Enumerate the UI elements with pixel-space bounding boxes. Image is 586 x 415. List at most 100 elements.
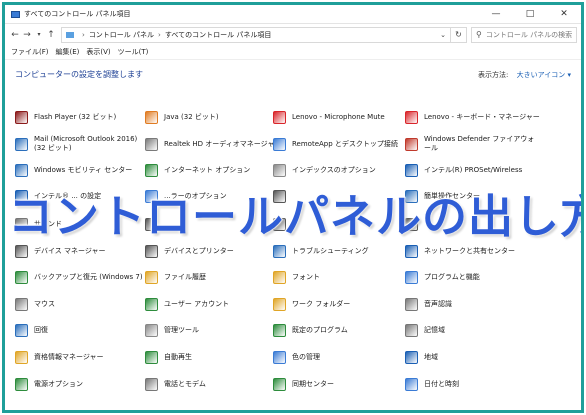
item-label: バックアップと復元 (Windows 7) [34, 272, 143, 281]
menu-tools[interactable]: ツール(T) [118, 47, 149, 57]
control-panel-item[interactable]: Flash Player (32 ビット) [15, 105, 150, 129]
network-icon [405, 244, 418, 258]
control-panel-item[interactable]: RemoteApp とデスクトップ接続 [273, 132, 408, 156]
control-panel-item[interactable]: 管理ツール [145, 318, 280, 342]
view-by-dropdown[interactable]: 大きいアイコン ▾ [517, 71, 571, 79]
control-panel-icon [11, 10, 20, 18]
item-label: 電源オプション [34, 379, 83, 388]
item-label: プログラムと機能 [424, 272, 480, 281]
item-label: 管理ツール [164, 325, 199, 334]
forward-arrow-icon[interactable]: → [21, 30, 33, 40]
item-label: 色の管理 [292, 352, 320, 361]
programs-icon [405, 270, 418, 284]
lenovo-keyboard-icon [405, 110, 418, 124]
control-panel-item[interactable]: ユーザー アカウント [145, 292, 280, 316]
control-panel-item[interactable]: マウス [15, 292, 150, 316]
item-label: Windows Defender ファイアウォール [424, 135, 535, 152]
control-panel-item[interactable]: 電話とモデム [145, 372, 280, 396]
firewall-icon [405, 137, 418, 151]
autoplay-icon [145, 350, 158, 364]
date-time-icon [405, 377, 418, 391]
title-bar: すべてのコントロール パネル項目 — □ ✕ [5, 5, 581, 23]
menu-edit[interactable]: 編集(E) [56, 47, 80, 57]
close-button[interactable]: ✕ [547, 5, 581, 23]
remoteapp-icon [273, 137, 286, 151]
item-label: インデックスのオプション [292, 165, 376, 174]
item-label: 電話とモデム [164, 379, 206, 388]
item-label: マウス [34, 299, 55, 308]
printer-icon [145, 244, 158, 258]
indexing-icon [273, 163, 286, 177]
control-panel-item[interactable]: 既定のプログラム [273, 318, 408, 342]
item-label: トラブルシューティング [292, 246, 369, 255]
item-label: RemoteApp とデスクトップ接続 [292, 139, 398, 148]
control-panel-item[interactable]: Windows Defender ファイアウォール [405, 132, 540, 156]
recent-locations-icon[interactable]: ▾ [33, 31, 45, 38]
item-label: 地域 [424, 352, 438, 361]
window-title: すべてのコントロール パネル項目 [24, 10, 131, 18]
search-icon: ⚲ [476, 30, 482, 39]
control-panel-item[interactable]: Realtek HD オーディオマネージャ [145, 132, 280, 156]
sync-icon [273, 377, 286, 391]
work-folders-icon [273, 297, 286, 311]
control-panel-item[interactable]: 音声認識 [405, 292, 540, 316]
breadcrumb-all-items[interactable]: すべてのコントロール パネル項目 [165, 30, 271, 40]
view-by: 表示方法: 大きいアイコン ▾ [478, 70, 571, 80]
breadcrumb-control-panel[interactable]: コントロール パネル [89, 30, 154, 40]
control-panel-item[interactable]: Java (32 ビット) [145, 105, 280, 129]
view-by-label: 表示方法: [478, 70, 509, 79]
search-input[interactable]: ⚲ コントロール パネルの検索 [471, 26, 577, 43]
control-panel-item[interactable]: 自動再生 [145, 345, 280, 369]
menu-bar: ファイル(F) 編集(E) 表示(V) ツール(T) [5, 45, 581, 59]
control-panel-item[interactable]: 色の管理 [273, 345, 408, 369]
mobility-icon [15, 163, 28, 177]
refresh-icon[interactable]: ↻ [451, 26, 467, 43]
minimize-button[interactable]: — [479, 5, 513, 23]
item-label: フォント [292, 272, 320, 281]
item-label: インテル(R) PROSet/Wireless [424, 165, 523, 174]
flash-player-icon [15, 110, 28, 124]
item-label: ユーザー アカウント [164, 299, 230, 308]
menu-view[interactable]: 表示(V) [86, 47, 110, 57]
back-arrow-icon[interactable]: ← [9, 30, 21, 40]
control-panel-item[interactable]: Lenovo - Microphone Mute [273, 105, 408, 129]
intel-wireless-icon [405, 163, 418, 177]
control-panel-item[interactable]: Lenovo - キーボード・マネージャー [405, 105, 540, 129]
overlay-caption: コントロールパネルの出し方 [7, 179, 581, 245]
control-panel-item[interactable]: 電源オプション [15, 372, 150, 396]
troubleshooting-icon [273, 244, 286, 258]
speech-icon [405, 297, 418, 311]
item-label: 回復 [34, 325, 48, 334]
address-field[interactable]: › コントロール パネル › すべてのコントロール パネル項目 ⌄ [61, 26, 451, 43]
item-label: Lenovo - Microphone Mute [292, 112, 385, 121]
control-panel-item[interactable]: ファイル履歴 [145, 265, 280, 289]
item-label: ワーク フォルダー [292, 299, 351, 308]
control-panel-item[interactable]: プログラムと機能 [405, 265, 540, 289]
address-bar-row: ← → ▾ ↑ › コントロール パネル › すべてのコントロール パネル項目 … [5, 23, 581, 45]
phone-modem-icon [145, 377, 158, 391]
search-placeholder: コントロール パネルの検索 [485, 30, 573, 39]
admin-tools-icon [145, 323, 158, 337]
up-arrow-icon[interactable]: ↑ [45, 30, 57, 40]
control-panel-item[interactable]: 地域 [405, 345, 540, 369]
control-panel-item[interactable]: バックアップと復元 (Windows 7) [15, 265, 150, 289]
java-icon [145, 110, 158, 124]
item-label: Java (32 ビット) [164, 112, 219, 121]
control-panel-item[interactable]: 日付と時刻 [405, 372, 540, 396]
control-panel-item[interactable]: 回復 [15, 318, 150, 342]
maximize-button[interactable]: □ [513, 5, 547, 23]
content-header: コンピューターの設定を調整します 表示方法: 大きいアイコン ▾ [5, 59, 581, 89]
control-panel-item[interactable]: ワーク フォルダー [273, 292, 408, 316]
page-title: コンピューターの設定を調整します [15, 70, 143, 79]
control-panel-item[interactable]: フォント [273, 265, 408, 289]
menu-file[interactable]: ファイル(F) [11, 47, 49, 57]
chevron-down-icon[interactable]: ⌄ [440, 31, 446, 39]
item-label: 日付と時刻 [424, 379, 459, 388]
credential-icon [15, 350, 28, 364]
control-panel-item[interactable]: Mail (Microsoft Outlook 2016) (32 ビット) [15, 132, 150, 156]
control-panel-item[interactable]: 資格情報マネージャー [15, 345, 150, 369]
control-panel-icon [66, 31, 74, 38]
device-manager-icon [15, 244, 28, 258]
control-panel-item[interactable]: 記憶域 [405, 318, 540, 342]
control-panel-item[interactable]: 同期センター [273, 372, 408, 396]
